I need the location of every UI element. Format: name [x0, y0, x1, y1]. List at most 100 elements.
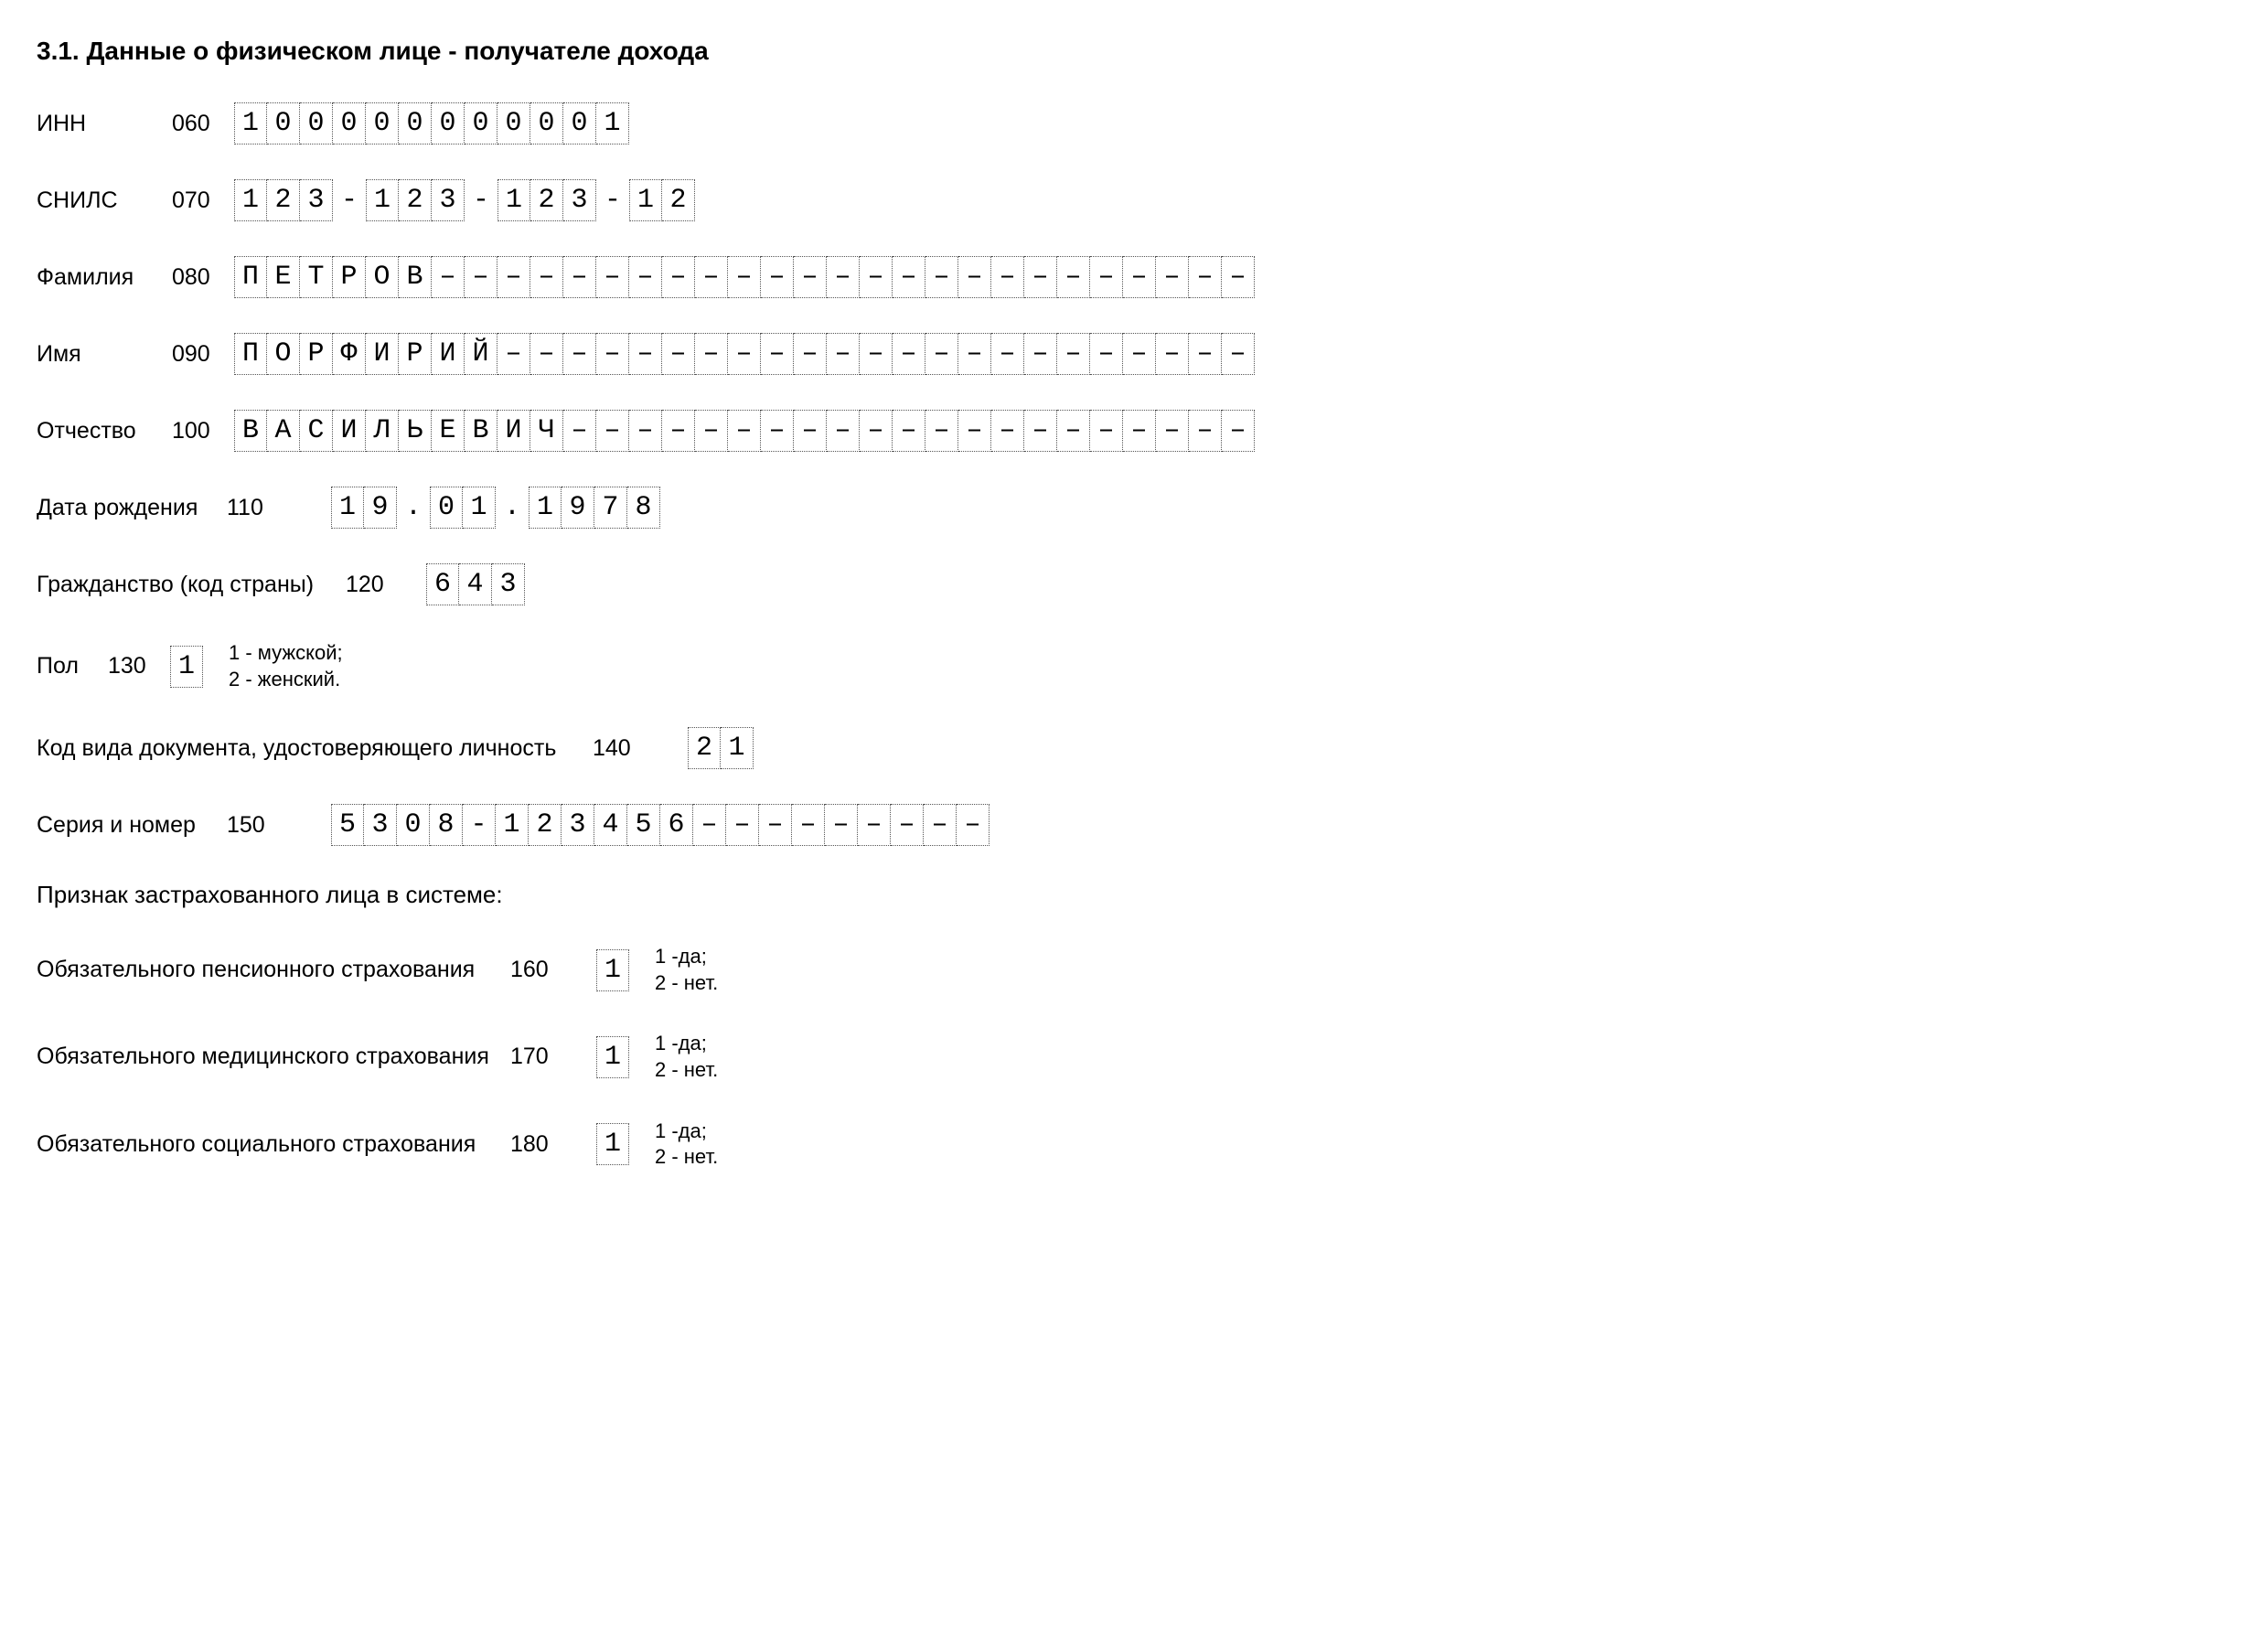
cell: 0 [397, 804, 430, 846]
cell: 2 [267, 179, 300, 221]
cell: – [761, 256, 794, 298]
separator: - [465, 179, 497, 221]
cell: О [267, 333, 300, 375]
code-doctype: 140 [593, 735, 638, 762]
cell: 1 [721, 727, 754, 769]
cell: 0 [563, 102, 596, 145]
row-docnum: Серия и номер 150 5308-123456––––––––– [37, 804, 2231, 846]
code-medical: 170 [510, 1044, 556, 1070]
cell: С [300, 410, 333, 452]
row-snils: СНИЛС 070 123-123-123-12 [37, 179, 2231, 221]
cell: – [530, 256, 563, 298]
cell: – [695, 410, 728, 452]
cell: 2 [688, 727, 721, 769]
cell: – [924, 804, 957, 846]
cell-group: 123 [234, 179, 333, 221]
cell: – [432, 256, 465, 298]
cell: А [267, 410, 300, 452]
code-dob: 110 [227, 495, 273, 521]
cell: – [893, 410, 925, 452]
cells-inn: 100000000001 [234, 102, 629, 145]
cell: – [693, 804, 726, 846]
cell: 9 [364, 487, 397, 529]
cell: 1 [497, 179, 530, 221]
legend-pension: 1 -да;2 - нет. [655, 944, 718, 996]
cell: 0 [465, 102, 497, 145]
cell: – [761, 333, 794, 375]
label-inn: ИНН [37, 111, 155, 137]
cell: – [860, 410, 893, 452]
code-social: 180 [510, 1131, 556, 1158]
cell: – [958, 256, 991, 298]
cell: – [1090, 333, 1123, 375]
cell: – [925, 410, 958, 452]
cell-group: 1978 [529, 487, 660, 529]
cell: Ь [399, 410, 432, 452]
cell: Й [465, 333, 497, 375]
cells-docnum: 5308-123456––––––––– [331, 804, 990, 846]
cell: Р [300, 333, 333, 375]
cell: – [991, 333, 1024, 375]
label-name: Имя [37, 341, 155, 368]
cell: Ч [530, 410, 563, 452]
cell: – [891, 804, 924, 846]
cell: 0 [267, 102, 300, 145]
cell: 2 [529, 804, 562, 846]
cell: – [530, 333, 563, 375]
label-surname: Фамилия [37, 264, 155, 291]
cell: 0 [497, 102, 530, 145]
separator: - [596, 179, 629, 221]
cell: – [662, 410, 695, 452]
cell-group: 19 [331, 487, 397, 529]
insured-subheading: Признак застрахованного лица в системе: [37, 881, 2231, 909]
cell: 2 [662, 179, 695, 221]
cell-group: 01 [430, 487, 496, 529]
row-social: Обязательного социального страхования 18… [37, 1119, 2231, 1171]
cells-sex: 1 [170, 646, 203, 688]
cell-group: 12 [629, 179, 695, 221]
code-snils: 070 [172, 187, 218, 214]
cell: – [925, 333, 958, 375]
cell: – [497, 256, 530, 298]
cell: 2 [399, 179, 432, 221]
cell: 1 [529, 487, 562, 529]
cell: – [827, 410, 860, 452]
cell: Р [399, 333, 432, 375]
cell: 3 [492, 563, 525, 605]
cell: 0 [432, 102, 465, 145]
cell: – [858, 804, 891, 846]
cell: 1 [366, 179, 399, 221]
cell: – [825, 804, 858, 846]
legend-medical: 1 -да;2 - нет. [655, 1031, 718, 1083]
cell: 1 [596, 949, 629, 991]
cell: – [563, 256, 596, 298]
legend-sex: 1 - мужской;2 - женский. [229, 640, 343, 692]
label-doctype: Код вида документа, удостоверяющего личн… [37, 735, 576, 762]
cell: П [234, 256, 267, 298]
cell: 0 [300, 102, 333, 145]
cell: – [1222, 410, 1255, 452]
cell: – [1189, 333, 1222, 375]
cell: – [465, 256, 497, 298]
cell: – [991, 410, 1024, 452]
cell: – [662, 333, 695, 375]
row-medical: Обязательного медицинского страхования 1… [37, 1031, 2231, 1083]
label-social: Обязательного социального страхования [37, 1131, 494, 1158]
label-snils: СНИЛС [37, 187, 155, 214]
cell: 3 [562, 804, 594, 846]
cell: 5 [331, 804, 364, 846]
cell: – [860, 256, 893, 298]
cell: 1 [596, 1123, 629, 1165]
separator: . [496, 487, 529, 529]
cells-social: 1 [596, 1123, 629, 1165]
cell: И [497, 410, 530, 452]
cell: – [1024, 333, 1057, 375]
cell: – [794, 333, 827, 375]
cell: 0 [430, 487, 463, 529]
cell: – [957, 804, 990, 846]
cell: – [596, 410, 629, 452]
cell: 3 [432, 179, 465, 221]
code-sex: 130 [108, 653, 154, 680]
cell: И [333, 410, 366, 452]
cell: 1 [496, 804, 529, 846]
